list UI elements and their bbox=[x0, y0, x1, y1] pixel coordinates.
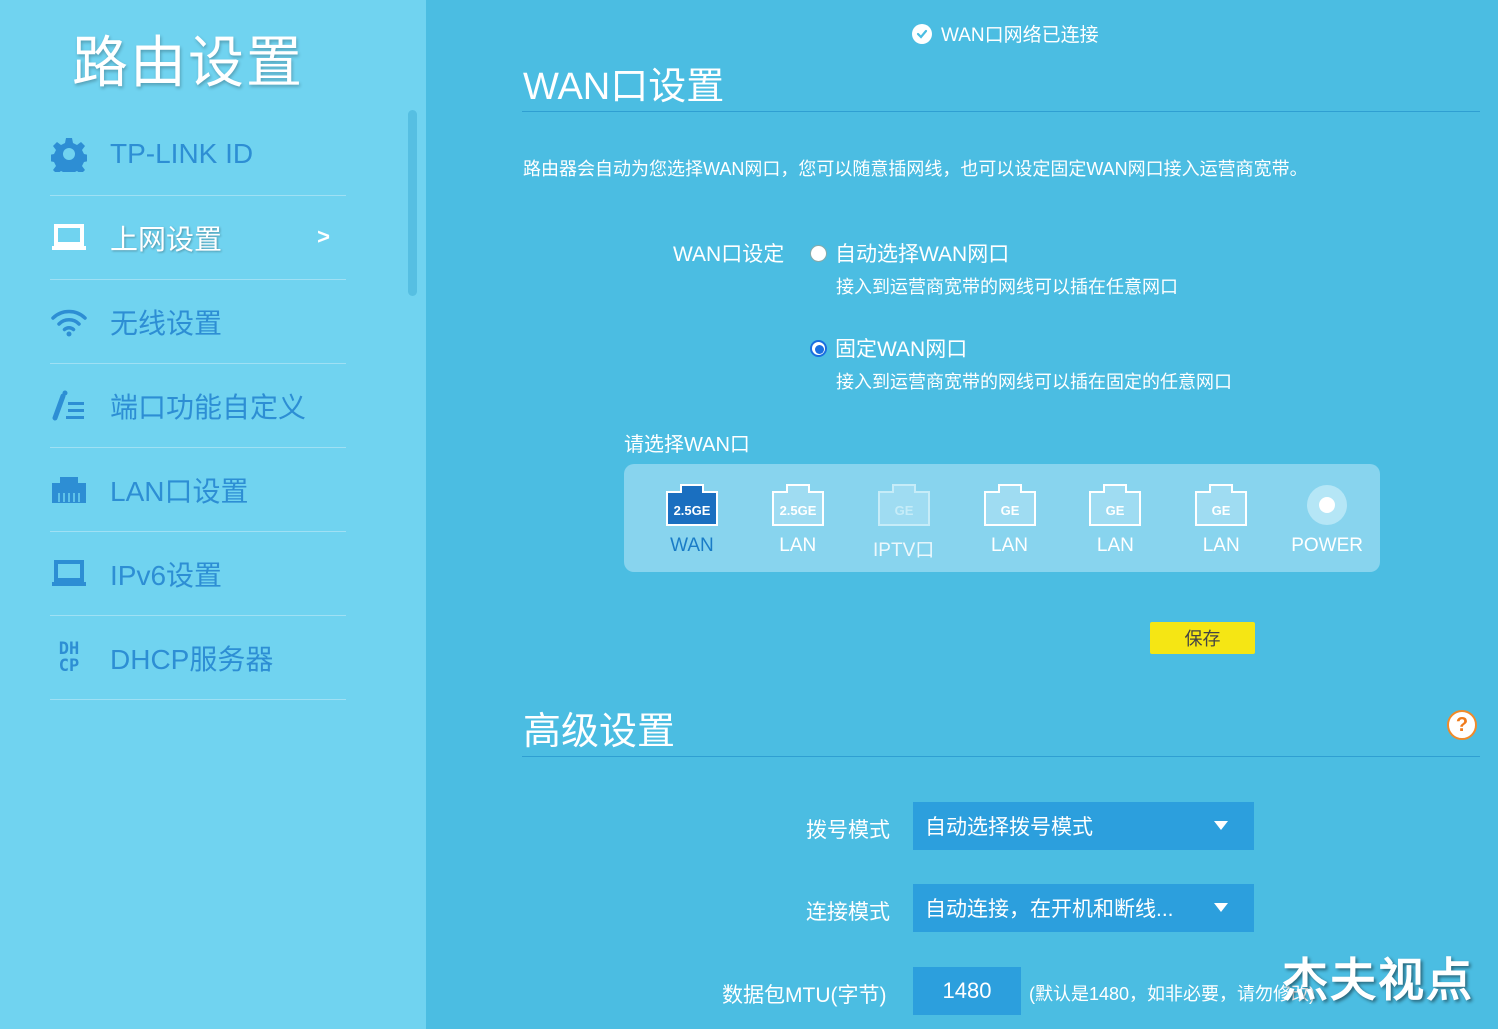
watermark: 杰夫视点 bbox=[1282, 954, 1474, 1006]
dhcp-icon: DH CP bbox=[58, 638, 80, 676]
port-label: LAN bbox=[991, 535, 1028, 556]
port-badge: GE bbox=[1000, 503, 1019, 518]
chevron-down-icon bbox=[1214, 903, 1228, 912]
radio-label: 自动选择WAN网口 bbox=[835, 243, 1010, 266]
status-text: WAN口网络已连接 bbox=[941, 25, 1099, 46]
ethernet-port-icon: GE bbox=[1195, 484, 1248, 526]
sidebar-item-lan[interactable]: LAN口设置 bbox=[50, 448, 346, 532]
port-badge: GE bbox=[1106, 503, 1125, 518]
help-icon[interactable]: ? bbox=[1447, 710, 1477, 740]
port-label: LAN bbox=[779, 535, 817, 556]
ethernet-port-icon bbox=[50, 471, 88, 509]
connection-mode-label: 连接模式 bbox=[806, 901, 890, 924]
sidebar-scrollbar[interactable] bbox=[408, 110, 417, 296]
laptop-icon bbox=[50, 555, 88, 593]
power-indicator-icon bbox=[1307, 485, 1348, 525]
port-label: LAN bbox=[1202, 535, 1240, 556]
radio-auto-wan[interactable]: 自动选择WAN网口 bbox=[810, 238, 1009, 268]
select-wan-label: 请选择WAN口 bbox=[624, 434, 750, 456]
app-title: 路由设置 bbox=[72, 31, 304, 94]
port-lan[interactable]: 2.5GE LAN bbox=[745, 464, 851, 572]
radio-fixed-wan-hint: 接入到运营商宽带的网线可以插在固定的任意网口 bbox=[836, 372, 1232, 392]
port-lan[interactable]: GE LAN bbox=[1062, 464, 1168, 572]
ethernet-port-icon: 2.5GE bbox=[665, 484, 718, 526]
connection-mode-value: 自动连接，在开机和断线... bbox=[925, 898, 1174, 921]
port-lan[interactable]: GE LAN bbox=[957, 464, 1063, 572]
mtu-hint: (默认是1480，如非必要，请勿修改) bbox=[1029, 984, 1316, 1004]
radio-label: 固定WAN网口 bbox=[835, 338, 968, 361]
save-button[interactable]: 保存 bbox=[1150, 622, 1255, 654]
radio-button[interactable] bbox=[810, 339, 827, 357]
port-selector: 2.5GE WAN 2.5GE LAN GE IPTV口 GE LAN GE L… bbox=[624, 464, 1380, 572]
connection-mode-select[interactable]: 自动连接，在开机和断线... bbox=[913, 884, 1254, 932]
dial-mode-label: 拨号模式 bbox=[806, 819, 890, 842]
sidebar-item-label: LAN口设置 bbox=[110, 475, 249, 507]
port-badge: 2.5GE bbox=[779, 503, 816, 518]
port-power: POWER bbox=[1274, 464, 1380, 572]
chevron-down-icon bbox=[1214, 821, 1228, 830]
port-label: WAN bbox=[670, 535, 714, 556]
wifi-icon bbox=[50, 303, 88, 341]
sidebar-item-label: DHCP服务器 bbox=[110, 643, 274, 675]
advanced-section-title: 高级设置 bbox=[523, 711, 676, 753]
port-badge: 2.5GE bbox=[673, 503, 710, 518]
sidebar: 路由设置 TP-LINK ID 上网设置 > 无线设置 端口功能自定义 LAN口… bbox=[0, 0, 426, 1029]
ethernet-port-icon: GE bbox=[877, 484, 930, 526]
advanced-divider bbox=[522, 756, 1480, 757]
port-badge: GE bbox=[1212, 503, 1231, 518]
sidebar-item-label: 端口功能自定义 bbox=[110, 391, 307, 423]
wan-status: WAN口网络已连接 bbox=[912, 20, 1099, 47]
sidebar-nav: TP-LINK ID 上网设置 > 无线设置 端口功能自定义 LAN口设置 IP… bbox=[50, 112, 346, 700]
port-lan[interactable]: GE LAN bbox=[1168, 464, 1274, 572]
wan-description: 路由器会自动为您选择WAN网口，您可以随意插网线，也可以设定固定WAN网口接入运… bbox=[523, 159, 1308, 179]
sidebar-item-label: IPv6设置 bbox=[110, 559, 223, 591]
chevron-right-icon: > bbox=[317, 224, 330, 249]
mtu-label: 数据包MTU(字节) bbox=[722, 984, 887, 1007]
dial-mode-select[interactable]: 自动选择拨号模式 bbox=[913, 802, 1254, 850]
sidebar-item-label: TP-LINK ID bbox=[110, 137, 254, 169]
port-custom-icon bbox=[50, 387, 88, 425]
laptop-icon bbox=[50, 219, 88, 257]
sidebar-item-label: 上网设置 bbox=[110, 223, 223, 255]
sidebar-item-tplink-id[interactable]: TP-LINK ID bbox=[50, 112, 346, 196]
dial-mode-value: 自动选择拨号模式 bbox=[925, 816, 1093, 839]
port-wan[interactable]: 2.5GE WAN bbox=[639, 464, 745, 572]
gear-icon bbox=[50, 135, 88, 173]
port-label: POWER bbox=[1291, 535, 1363, 556]
sidebar-item-wireless[interactable]: 无线设置 bbox=[50, 280, 346, 364]
port-badge: GE bbox=[894, 503, 913, 518]
radio-auto-wan-hint: 接入到运营商宽带的网线可以插在任意网口 bbox=[836, 277, 1178, 297]
port-label: IPTV口 bbox=[873, 540, 935, 561]
sidebar-item-ipv6[interactable]: IPv6设置 bbox=[50, 532, 346, 616]
sidebar-item-dhcp[interactable]: DH CP DHCP服务器 bbox=[50, 616, 346, 700]
port-label: LAN bbox=[1096, 535, 1134, 556]
sidebar-item-port-custom[interactable]: 端口功能自定义 bbox=[50, 364, 346, 448]
port-iptv: GE IPTV口 bbox=[851, 464, 957, 572]
radio-button[interactable] bbox=[810, 244, 827, 262]
wan-section-title: WAN口设置 bbox=[523, 66, 725, 108]
check-circle-icon bbox=[912, 23, 932, 44]
ethernet-port-icon: GE bbox=[1089, 484, 1142, 526]
radio-fixed-wan[interactable]: 固定WAN网口 bbox=[810, 333, 967, 363]
wan-setting-label: WAN口设定 bbox=[673, 243, 785, 266]
sidebar-item-internet-settings[interactable]: 上网设置 > bbox=[50, 196, 346, 280]
ethernet-port-icon: 2.5GE bbox=[771, 484, 824, 526]
sidebar-item-label: 无线设置 bbox=[110, 307, 223, 339]
mtu-input[interactable] bbox=[913, 967, 1021, 1015]
ethernet-port-icon: GE bbox=[983, 484, 1036, 526]
wan-divider bbox=[522, 111, 1480, 112]
